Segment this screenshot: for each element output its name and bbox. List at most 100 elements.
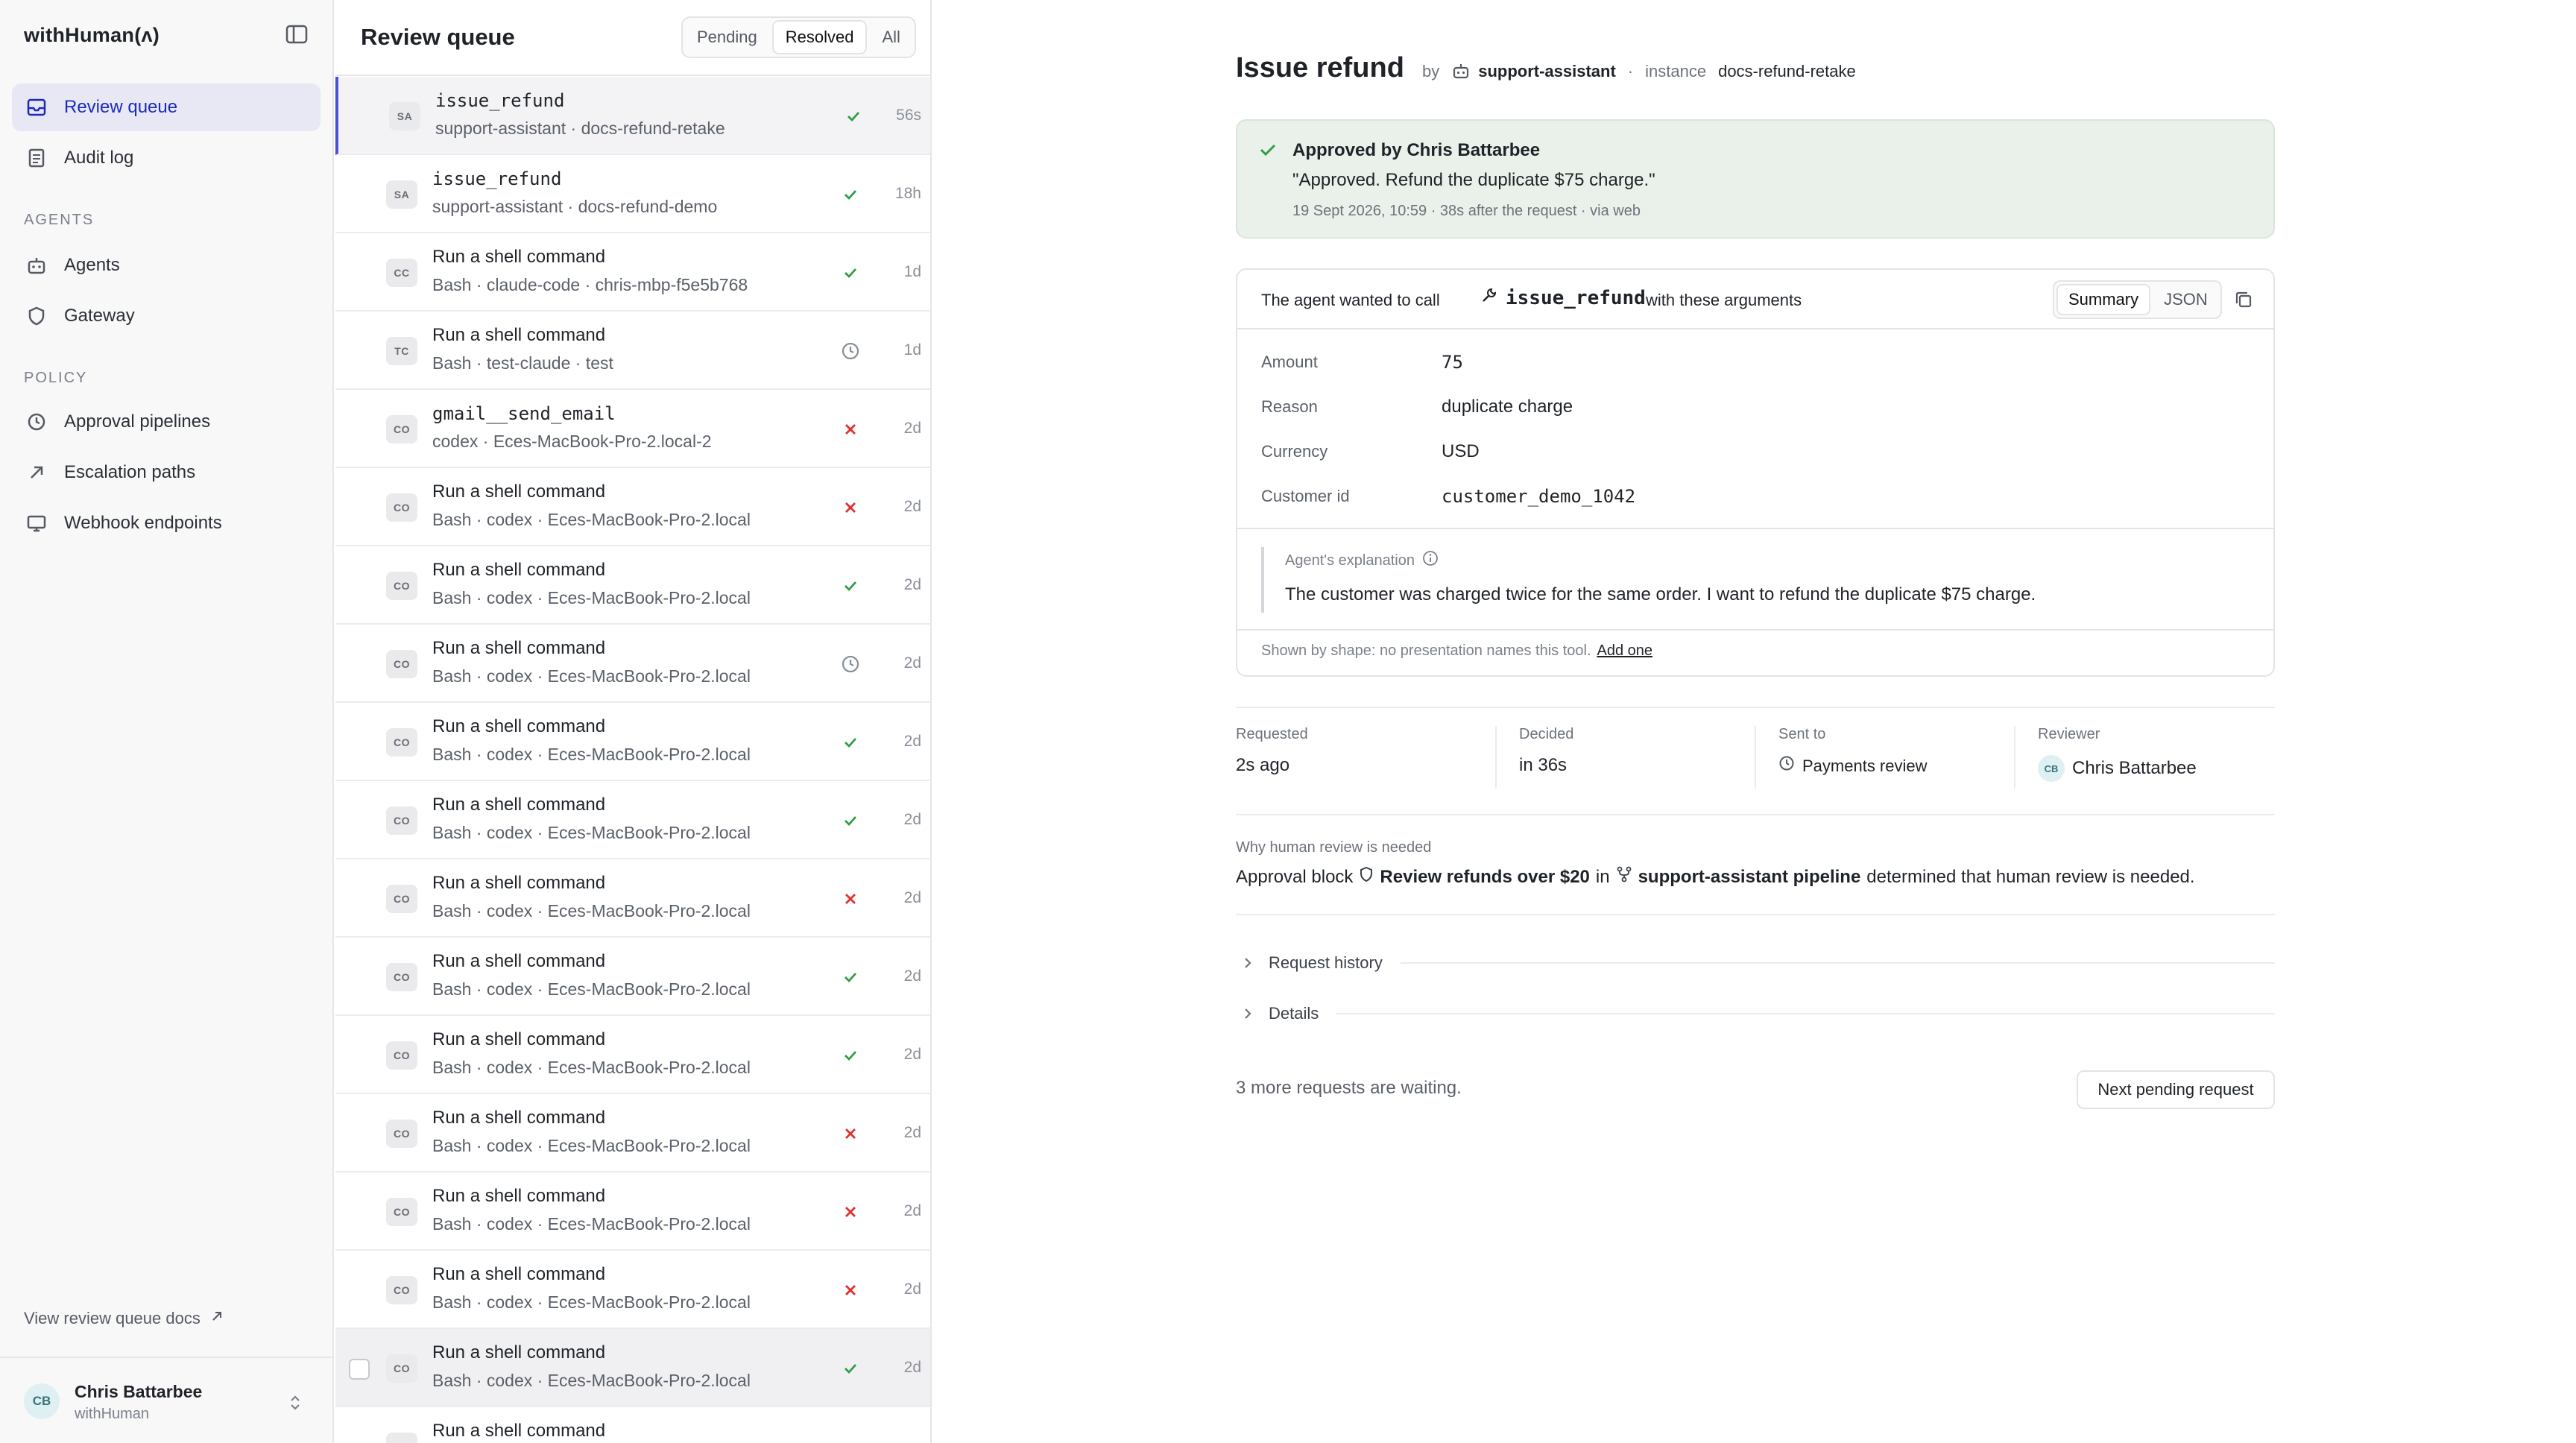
approval-title: Approved by Chris Battarbee [1292,140,1541,160]
queue-row[interactable]: SA issue_refund support-assistant · docs-r… [335,155,930,233]
row-subtitle: Bash · codex · Eces-MacBook-Pro-2.local [432,1292,751,1312]
row-title: Run a shell command [432,951,606,971]
argument-value: duplicate charge [1442,397,1573,417]
filter-resolved[interactable]: Resolved [771,20,868,54]
row-time: 2d [903,1281,921,1298]
agent-avatar: SA [386,180,417,209]
sidebar-item-label: Approval pipelines [64,411,211,432]
tool-name-text: issue_refund [1506,286,1646,309]
queue-row[interactable]: CO Run a shell command Bash · codex · Eces… [335,1329,930,1407]
row-subtitle: Bash · codex · Eces-MacBook-Pro-2.local [432,1371,751,1390]
argument-key: Currency [1261,442,1328,461]
agent-name[interactable]: support-assistant [1451,62,1616,81]
queue-row[interactable]: CO Run a shell command Bash · codex · Eces… [335,938,930,1016]
sidebar-item-agents[interactable]: Agents [12,241,321,289]
chevron-right-icon [1239,1005,1257,1023]
review-queue-docs-link[interactable]: View review queue docs [24,1309,224,1328]
info-icon[interactable] [1422,550,1439,571]
sidebar-item-audit-log[interactable]: Audit log [12,134,321,182]
view-summary-button[interactable]: Summary [2056,284,2151,315]
check-icon [839,731,862,754]
status-filter: Pending Resolved All [681,16,916,58]
argument-value: customer_demo_1042 [1442,486,1636,507]
argument-row-currency: Currency USD [1261,437,1480,467]
copy-icon[interactable] [2233,289,2254,310]
queue-row[interactable]: CO Run a shell command Bash · codex · Eces… [335,1016,930,1094]
argument-row-customer-id: Customer id customer_demo_1042 [1261,481,1635,511]
add-presentation-link[interactable]: Add one [1597,642,1653,659]
agent-avatar: CO [386,806,417,835]
why-suffix: determined that human review is needed. [1866,866,2195,887]
filter-all[interactable]: All [870,20,912,54]
meta-value[interactable]: Payments review [1778,755,2014,777]
row-time: 2d [903,733,921,750]
monitor-icon [25,512,48,534]
arguments-card: The agent wanted to call issue_refund wi… [1236,268,2275,677]
agent-explanation: Agent's explanation The customer was cha… [1261,547,2253,613]
queue-row[interactable]: SA issue_refund support-assistant · docs-r… [335,77,930,155]
why-prefix: Approval block [1236,866,1354,887]
queue-row[interactable]: CO gmail__send_email codex · Eces-MacBook-… [335,390,930,468]
queue-row[interactable]: CO Run a shell command Bash · codex · Eces… [335,546,930,625]
brand-logo[interactable]: withHuman(ʌ) [24,24,160,47]
divider [1237,629,2273,631]
approval-banner: Approved by Chris Battarbee "Approved. R… [1236,119,2275,239]
queue-row[interactable]: CO Run a shell command Bash · codex · Eces… [335,703,930,781]
details-toggle[interactable]: Details [1236,999,2275,1029]
queue-row[interactable]: CO Run a shell command Bash · codex · Eces… [335,625,930,703]
queue-row[interactable]: CO Run a shell command Bash · codex · Eces… [335,1251,930,1329]
view-json-button[interactable]: JSON [2153,284,2218,315]
chevron-up-down-icon[interactable] [286,1392,304,1413]
row-title: Run a shell command [432,1029,606,1049]
row-time: 2d [903,654,921,672]
row-time: 2d [903,811,921,828]
queue-row[interactable]: CO Run a shell command Bash · codex · Eces… [335,1094,930,1172]
why-review-label: Why human review is needed [1236,839,1432,856]
row-subtitle: Bash · codex · Eces-MacBook-Pro-2.local [432,745,751,764]
row-select-checkbox[interactable] [349,1359,370,1380]
argument-row-amount: Amount 75 [1261,347,1463,377]
sidebar-item-webhook-endpoints[interactable]: Webhook endpoints [12,499,321,547]
filter-pending[interactable]: Pending [685,20,769,54]
sidebar-item-review-queue[interactable]: Review queue [12,83,321,131]
clock-circle-icon [1778,755,1795,777]
argument-value: 75 [1442,352,1463,373]
divider [1236,707,2275,708]
sidebar-item-gateway[interactable]: Gateway [12,292,321,340]
pipeline-link[interactable]: support-assistant pipeline [1638,867,1861,888]
queue-row[interactable]: CO Run a shell command Bash · codex · Eces… [335,468,930,546]
row-time: 2d [903,420,921,437]
queue-row[interactable]: TC Run a shell command Bash · test-claude … [335,312,930,390]
row-time: 2d [903,1124,921,1141]
request-history-label: Request history [1269,953,1383,972]
sidebar-item-escalation-paths[interactable]: Escalation paths [12,449,321,496]
argument-row-reason: Reason duplicate charge [1261,392,1573,422]
check-icon [839,1044,862,1067]
why-review-text: Approval block Review refunds over $20 i… [1236,866,2195,888]
queue-row[interactable]: CO Run a shell command Bash · codex · Eces… [335,1172,930,1251]
agent-avatar: CO [386,1198,417,1226]
meta-value: CB Chris Battarbee [2038,755,2275,782]
next-pending-request-button[interactable]: Next pending request [2077,1070,2275,1109]
clock-circle-icon [25,411,48,433]
queue-row[interactable]: CC Run a shell command Bash · claude-code … [335,233,930,312]
x-icon [839,1201,862,1223]
row-title: Run a shell command [432,873,606,893]
meta-label: Reviewer [2038,726,2100,742]
sidebar-item-label: Review queue [64,97,178,117]
queue-row[interactable]: CO Run a shell command [335,1407,930,1443]
row-title: Run a shell command [432,1421,606,1441]
sidebar-item-approval-pipelines[interactable]: Approval pipelines [12,398,321,446]
user-menu[interactable]: CB Chris Battarbee withHuman [0,1357,332,1443]
instance-name[interactable]: docs-refund-retake [1718,62,1856,81]
details-label: Details [1269,1004,1319,1023]
sidebar-toggle-icon[interactable] [285,24,309,45]
queue-row[interactable]: CO Run a shell command Bash · codex · Eces… [335,781,930,859]
avatar: CB [24,1383,60,1419]
sidebar-item-label: Escalation paths [64,462,196,482]
approval-block-link[interactable]: Review refunds over $20 [1380,867,1589,888]
request-history-toggle[interactable]: Request history [1236,948,2275,978]
queue-row[interactable]: CO Run a shell command Bash · codex · Eces… [335,859,930,938]
row-subtitle: Bash · codex · Eces-MacBook-Pro-2.local [432,510,751,529]
row-title: Run a shell command [432,795,606,815]
